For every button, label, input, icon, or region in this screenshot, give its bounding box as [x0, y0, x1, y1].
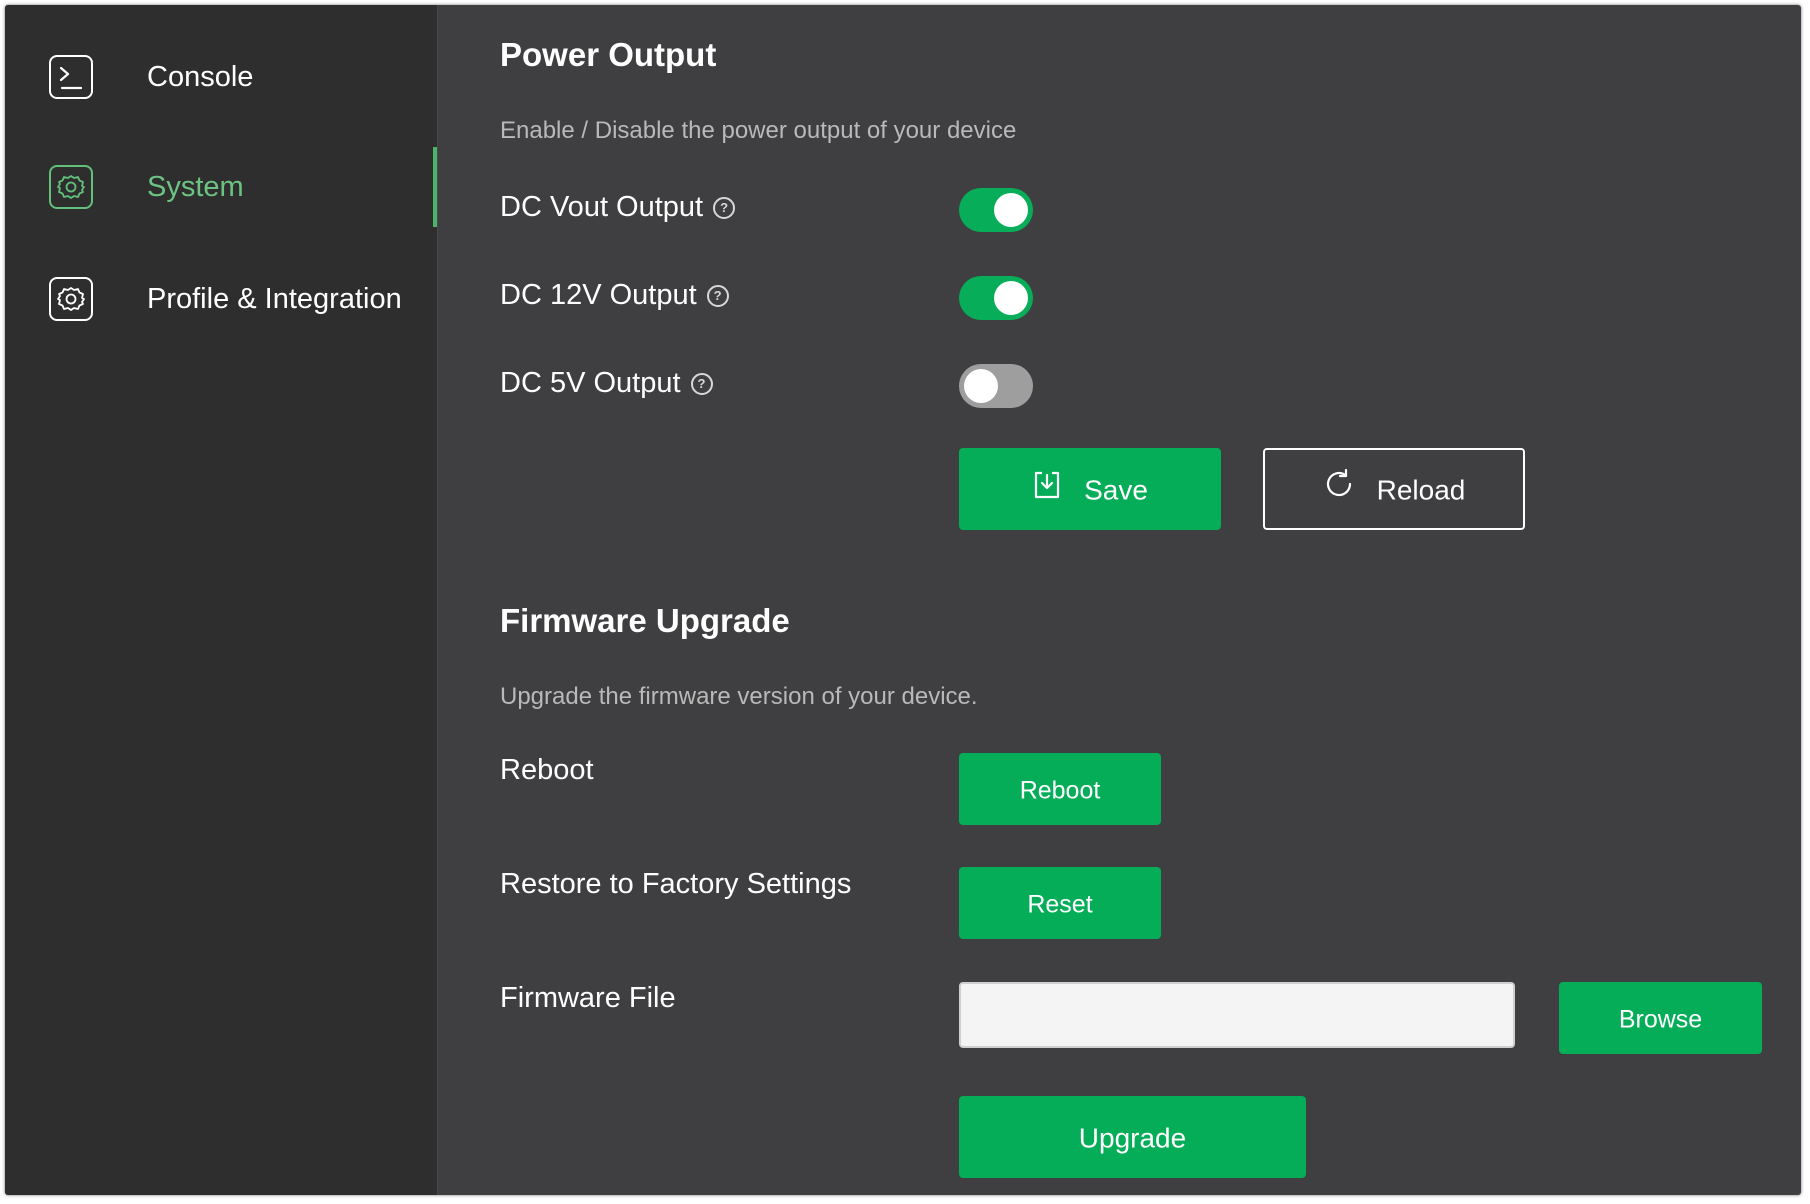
browse-button-label: Browse — [1618, 1005, 1703, 1034]
help-icon[interactable]: ? — [690, 373, 713, 395]
browse-button[interactable]: Browse — [1559, 982, 1762, 1054]
dc-12v-label: DC 12V Output? — [500, 279, 729, 312]
save-icon — [1032, 450, 1062, 532]
toggle-knob — [994, 193, 1028, 227]
save-label: Save — [1084, 474, 1148, 506]
power-output-title: Power Output — [500, 36, 717, 73]
firmware-file-input[interactable] — [959, 982, 1515, 1048]
upgrade-button[interactable]: Upgrade — [959, 1096, 1306, 1178]
help-icon[interactable]: ? — [713, 197, 736, 219]
reload-icon — [1323, 452, 1355, 530]
upgrade-button-label: Upgrade — [1078, 1122, 1187, 1154]
dc-12v-label-text: DC 12V Output — [500, 279, 697, 311]
sidebar-item-label: Console — [147, 61, 254, 93]
reboot-button[interactable]: Reboot — [959, 753, 1161, 825]
save-button[interactable]: Save — [959, 448, 1221, 530]
firmware-file-label: Firmware File — [500, 982, 676, 1014]
toggle-knob — [994, 281, 1028, 315]
help-icon[interactable]: ? — [706, 285, 729, 307]
gear-icon — [49, 277, 93, 321]
active-indicator — [433, 147, 437, 227]
dc-12v-toggle[interactable] — [959, 276, 1033, 320]
dc-5v-label-text: DC 5V Output — [500, 367, 681, 399]
power-output-description: Enable / Disable the power output of you… — [500, 117, 1017, 144]
sidebar: Console System Profile & Integration — [5, 5, 438, 1195]
main-content: Power Output Enable / Disable the power … — [438, 5, 1801, 1195]
sidebar-item-profile-integration[interactable]: Profile & Integration — [5, 259, 437, 339]
reload-label: Reload — [1376, 474, 1466, 506]
app-window: Console System Profile & Integration Pow… — [5, 5, 1801, 1195]
firmware-upgrade-description: Upgrade the firmware version of your dev… — [500, 683, 978, 710]
sidebar-item-system[interactable]: System — [5, 147, 437, 227]
dc-5v-label: DC 5V Output? — [500, 367, 713, 400]
reboot-label: Reboot — [500, 754, 594, 786]
firmware-upgrade-title: Firmware Upgrade — [500, 602, 790, 639]
dc-vout-label: DC Vout Output? — [500, 191, 736, 224]
dc-vout-label-text: DC Vout Output — [500, 191, 704, 223]
sidebar-item-console[interactable]: Console — [5, 37, 437, 117]
dc-vout-toggle[interactable] — [959, 188, 1033, 232]
gear-icon — [49, 165, 93, 209]
restore-factory-label: Restore to Factory Settings — [500, 868, 852, 900]
dc-5v-toggle[interactable] — [959, 364, 1033, 408]
reset-button-label: Reset — [1027, 890, 1093, 919]
sidebar-item-label: Profile & Integration — [147, 283, 402, 315]
toggle-knob — [964, 369, 998, 403]
reboot-button-label: Reboot — [1019, 776, 1101, 805]
terminal-icon — [49, 55, 93, 99]
sidebar-item-label: System — [147, 171, 244, 203]
reload-button[interactable]: Reload — [1263, 448, 1525, 530]
reset-button[interactable]: Reset — [959, 867, 1161, 939]
